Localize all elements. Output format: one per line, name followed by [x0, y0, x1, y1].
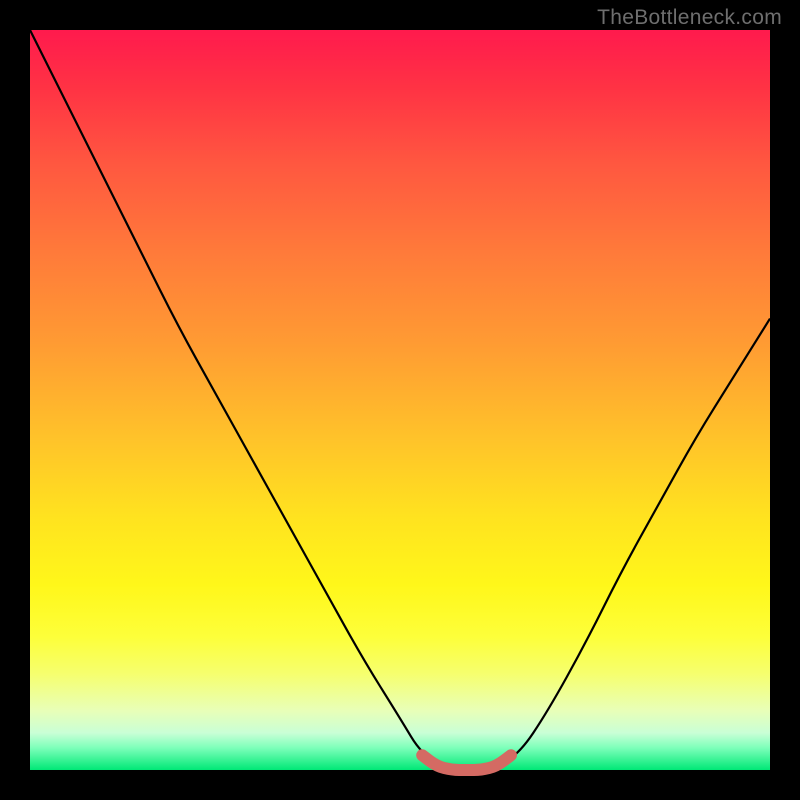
watermark-label: TheBottleneck.com	[597, 6, 782, 30]
bottleneck-curve	[30, 30, 770, 770]
chart-frame: TheBottleneck.com	[0, 0, 800, 800]
optimal-band	[422, 755, 511, 770]
curve-layer	[30, 30, 770, 770]
plot-area	[30, 30, 770, 770]
